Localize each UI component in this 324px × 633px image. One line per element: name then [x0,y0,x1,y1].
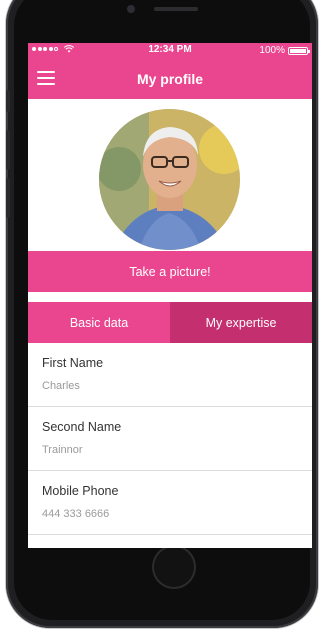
tab-basic-data[interactable]: Basic data [28,302,170,343]
home-button[interactable] [152,545,196,589]
field-label: Mobile Phone [42,484,119,498]
tab-my-expertise[interactable]: My expertise [170,302,312,343]
field-value: Trainnor [42,444,83,456]
field-label: Second Name [42,420,122,434]
avatar [99,109,240,250]
mobile-phone-field[interactable]: Mobile Phone 444 333 6666 [28,471,312,535]
page-title: My profile [136,71,204,87]
tab-bar: Basic data My expertise [28,302,312,343]
second-name-field[interactable]: Second Name Trainnor [28,407,312,471]
volume-down-button [6,178,10,218]
take-picture-button[interactable]: Take a picture! [28,251,312,292]
profile-photo [99,109,240,250]
profile-section [28,99,312,251]
volume-up-button [6,130,10,170]
field-label: First Name [42,356,104,370]
status-bar: 12:34 PM 100% [28,43,312,59]
battery-percent: 100% [259,45,285,56]
front-camera [127,5,135,13]
status-right: 100% [259,45,310,56]
earpiece-speaker [154,7,198,11]
field-value: 444 333 6666 [42,508,110,520]
hamburger-icon[interactable] [37,71,55,85]
app-screen: 12:34 PM 100% My profile Take a picture!… [28,43,312,548]
nav-bar: My profile [28,59,312,99]
battery-icon [288,46,310,55]
first-name-field[interactable]: First Name Charles [28,343,312,407]
mute-switch [6,90,10,112]
profile-form: First Name Charles Second Name Trainnor … [28,343,312,535]
field-value: Charles [42,380,80,392]
